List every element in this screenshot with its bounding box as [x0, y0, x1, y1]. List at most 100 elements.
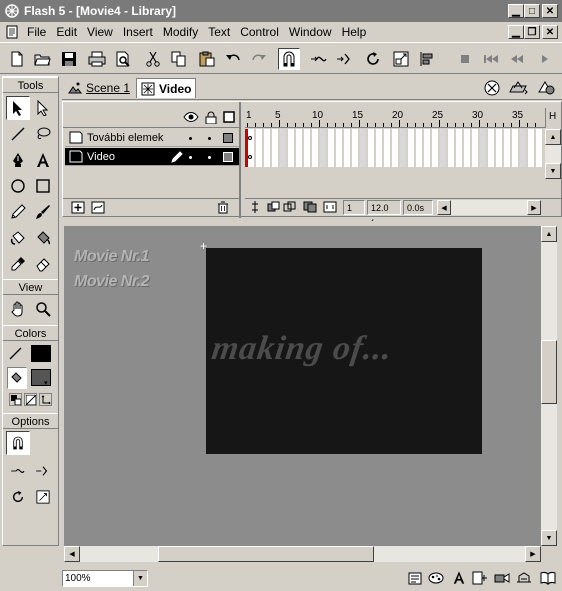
visibility-dot[interactable]: [189, 137, 192, 140]
straighten-button[interactable]: [334, 48, 356, 70]
snap-option-button[interactable]: [6, 431, 30, 455]
print-preview-button[interactable]: [112, 48, 134, 70]
frame-ruler[interactable]: 1 5 10 15 20 25 30 35: [245, 108, 545, 128]
eyedropper-tool[interactable]: [6, 252, 30, 276]
menu-edit[interactable]: Edit: [51, 22, 82, 42]
save-button[interactable]: [58, 48, 80, 70]
onion-outlines-icon[interactable]: [283, 201, 297, 213]
onion-skin-icon[interactable]: [267, 201, 281, 213]
add-guide-layer-icon[interactable]: [91, 201, 105, 214]
frame-cell[interactable]: [272, 129, 278, 167]
center-frame-icon[interactable]: [249, 201, 261, 213]
menu-insert[interactable]: Insert: [118, 22, 158, 42]
menu-view[interactable]: View: [82, 22, 118, 42]
stage-hscroll-thumb[interactable]: [158, 546, 374, 562]
frame-cell[interactable]: [488, 129, 494, 167]
menu-help[interactable]: Help: [337, 22, 372, 42]
stage-work-area[interactable]: Movie Nr.1 Movie Nr.2 + making of...: [64, 226, 541, 546]
eraser-tool[interactable]: [31, 252, 55, 276]
frame-cell[interactable]: [328, 129, 334, 167]
frame-cell[interactable]: [536, 129, 542, 167]
frame-cell[interactable]: [312, 129, 318, 167]
frame-rate-field[interactable]: 12.0 fps: [367, 200, 401, 228]
eye-icon[interactable]: [183, 111, 199, 123]
menu-text[interactable]: Text: [203, 22, 235, 42]
zoom-tool[interactable]: [31, 297, 55, 321]
swap-colors-icon[interactable]: [39, 393, 52, 406]
frame-cell[interactable]: [456, 129, 462, 167]
menu-control[interactable]: Control: [235, 22, 284, 42]
frame-cell[interactable]: [520, 129, 526, 167]
scale-button[interactable]: [390, 48, 412, 70]
menu-file[interactable]: File: [22, 22, 51, 42]
stroke-color-control[interactable]: ▾: [9, 345, 53, 364]
hand-tool[interactable]: [6, 297, 30, 321]
menu-modify[interactable]: Modify: [158, 22, 203, 42]
timeline-scroll-track[interactable]: [545, 145, 561, 163]
align-button[interactable]: [416, 48, 438, 70]
undo-button[interactable]: [222, 48, 244, 70]
frame-cell[interactable]: [344, 129, 350, 167]
maximize-button[interactable]: □: [524, 4, 540, 18]
layer-row[interactable]: További elemek: [65, 129, 239, 147]
frame-cell[interactable]: [304, 129, 310, 167]
layer-outline-color[interactable]: [223, 152, 233, 162]
layer-row-selected[interactable]: Video: [65, 148, 239, 166]
print-button[interactable]: [86, 48, 108, 70]
frames-scroll-left[interactable]: ◀: [437, 200, 451, 215]
movie-label-2[interactable]: Movie Nr.2: [74, 273, 150, 291]
zoom-dropdown[interactable]: 100% ▼: [62, 570, 148, 587]
straighten-option-button[interactable]: [31, 459, 55, 483]
frames-scroll-track[interactable]: [451, 200, 527, 215]
stage-scroll-right[interactable]: ▶: [525, 546, 541, 562]
frame-cell[interactable]: [264, 129, 270, 167]
outline-icon[interactable]: [223, 111, 235, 123]
rotate-button[interactable]: [362, 48, 384, 70]
frame-cell[interactable]: [376, 129, 382, 167]
timeline-menu-button[interactable]: H: [545, 108, 561, 128]
movie-label-1[interactable]: Movie Nr.1: [74, 248, 150, 266]
modify-markers-icon[interactable]: [323, 201, 337, 213]
mixer-panel-icon[interactable]: [428, 571, 444, 585]
instance-panel-icon[interactable]: [472, 571, 488, 585]
frame-cell[interactable]: [320, 129, 326, 167]
library-icon[interactable]: [540, 571, 556, 585]
frame-cell[interactable]: [472, 129, 478, 167]
rotate-option-button[interactable]: [6, 485, 30, 509]
close-button[interactable]: ✕: [542, 4, 558, 18]
paste-button[interactable]: [196, 48, 218, 70]
frame-cell[interactable]: [288, 129, 294, 167]
frame-cell[interactable]: [296, 129, 302, 167]
smooth-option-button[interactable]: [6, 459, 30, 483]
minimize-button[interactable]: ▁: [508, 4, 524, 18]
info-panel-icon[interactable]: [408, 571, 422, 585]
edit-symbols-button[interactable]: [508, 79, 530, 97]
open-button[interactable]: [32, 48, 54, 70]
lock-dot[interactable]: [208, 137, 211, 140]
doc-close-button[interactable]: ✕: [542, 25, 558, 39]
text-tool[interactable]: [31, 148, 55, 172]
new-file-button[interactable]: [6, 48, 28, 70]
frame-cell[interactable]: [448, 129, 454, 167]
frame-cell[interactable]: [352, 129, 358, 167]
timeline-scroll-down[interactable]: ▼: [545, 163, 561, 179]
brush-tool[interactable]: [31, 200, 55, 224]
add-layer-icon[interactable]: [71, 201, 85, 214]
line-tool[interactable]: [6, 122, 30, 146]
doc-minimize-button[interactable]: ▁: [508, 25, 524, 39]
timeline-scroll-up[interactable]: ▲: [545, 129, 561, 145]
frame-cell[interactable]: [336, 129, 342, 167]
symbol-tab[interactable]: Video: [136, 78, 197, 98]
frame-cell[interactable]: [496, 129, 502, 167]
stage-scroll-up[interactable]: ▲: [541, 226, 557, 242]
rewind-button[interactable]: [480, 48, 502, 70]
frames-scroll-right[interactable]: ▶: [527, 200, 541, 215]
frame-cell[interactable]: [248, 129, 254, 167]
snap-button[interactable]: [278, 48, 300, 70]
frame-cell[interactable]: [408, 129, 414, 167]
frame-cell[interactable]: [432, 129, 438, 167]
default-colors-icon[interactable]: [9, 393, 22, 406]
lock-dot[interactable]: [208, 156, 211, 159]
lock-icon[interactable]: [205, 111, 217, 124]
trash-icon[interactable]: [217, 201, 229, 214]
